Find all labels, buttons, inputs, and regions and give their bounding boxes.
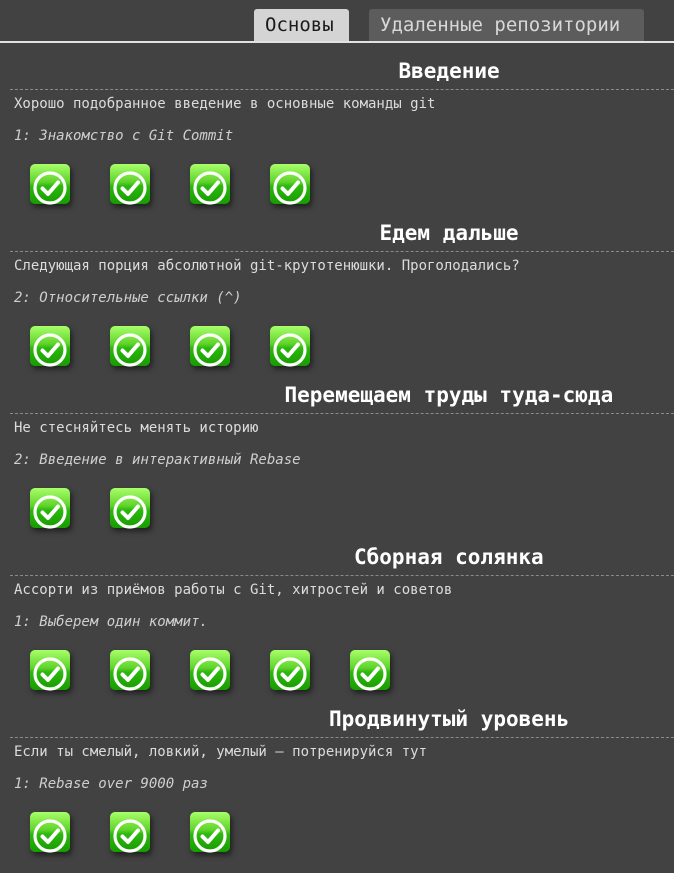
sequence-divider (10, 575, 674, 576)
level-button-completed[interactable] (190, 650, 230, 691)
sequence-description: Хорошо подобранное введение в основные к… (14, 96, 436, 112)
level-button-completed[interactable] (30, 488, 70, 529)
level-button-completed[interactable] (30, 164, 70, 205)
level-button-completed[interactable] (270, 164, 310, 205)
level-button-completed[interactable] (270, 650, 310, 691)
sequence-title: Сборная солянка (354, 545, 544, 569)
sequence-divider (10, 251, 674, 252)
current-level-label: 1: Выберем один коммит. (14, 614, 208, 630)
sequence-title: Едем дальше (379, 221, 519, 245)
level-button-completed[interactable] (270, 326, 310, 367)
current-level-label: 1: Rebase over 9000 раз (14, 776, 208, 792)
sequence-divider (10, 413, 674, 414)
tab-basics[interactable]: Основы (254, 9, 349, 42)
sequence-description: Ассорти из приёмов работы с Git, хитрост… (14, 582, 453, 598)
sequence-divider (10, 737, 674, 738)
checkmark-icon (113, 495, 147, 529)
level-button-completed[interactable] (110, 326, 150, 367)
checkmark-icon (273, 657, 307, 691)
checkmark-icon (113, 333, 147, 367)
sequence-title: Введение (398, 59, 500, 83)
level-button-completed[interactable] (110, 812, 150, 853)
tab-remote-repositories[interactable]: Удаленные репозитории (369, 9, 644, 42)
checkmark-icon (33, 657, 67, 691)
sequence-description: Не стесняйтесь менять историю (14, 420, 259, 436)
checkmark-icon (33, 171, 67, 205)
level-button-completed[interactable] (190, 326, 230, 367)
tab-underline (0, 41, 674, 43)
level-button-completed[interactable] (30, 812, 70, 853)
checkmark-icon (113, 657, 147, 691)
checkmark-icon (273, 171, 307, 205)
checkmark-icon (193, 171, 227, 205)
checkmark-icon (33, 333, 67, 367)
sequence-title: Перемещаем труды туда-сюда (284, 383, 614, 407)
current-level-label: 2: Относительные ссылки (^) (14, 290, 242, 306)
level-button-completed[interactable] (30, 650, 70, 691)
checkmark-icon (353, 657, 387, 691)
checkmark-icon (193, 333, 227, 367)
level-button-completed[interactable] (110, 650, 150, 691)
level-button-completed[interactable] (190, 812, 230, 853)
level-button-completed[interactable] (110, 488, 150, 529)
sequence-title: Продвинутый уровень (329, 707, 570, 731)
checkmark-icon (273, 333, 307, 367)
checkmark-icon (33, 819, 67, 853)
checkmark-icon (113, 171, 147, 205)
current-level-label: 1: Знакомство с Git Commit (14, 128, 234, 144)
checkmark-icon (33, 495, 67, 529)
level-button-completed[interactable] (190, 164, 230, 205)
checkmark-icon (193, 657, 227, 691)
sequence-divider (10, 89, 674, 90)
checkmark-icon (113, 819, 147, 853)
tab-bar: Основы Удаленные репозитории (0, 9, 674, 44)
sequence-description: Если ты смелый, ловкий, умелый — потрени… (14, 744, 428, 760)
checkmark-icon (193, 819, 227, 853)
level-button-completed[interactable] (30, 326, 70, 367)
level-button-completed[interactable] (110, 164, 150, 205)
sequence-description: Следующая порция абсолютной git-крутотен… (14, 258, 520, 274)
level-button-completed[interactable] (350, 650, 390, 691)
current-level-label: 2: Введение в интерактивный Rebase (14, 452, 301, 468)
